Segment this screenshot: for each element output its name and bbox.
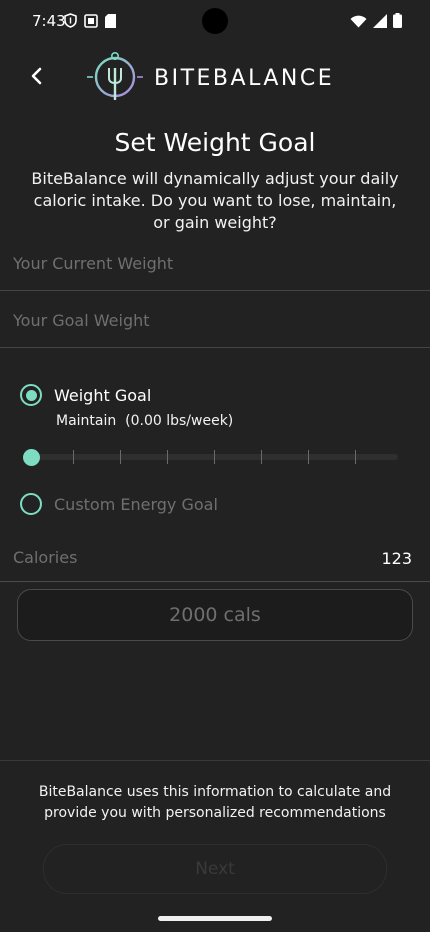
back-button[interactable] (22, 62, 50, 94)
calories-label: Calories (13, 548, 78, 567)
brand-logo: BITEBALANCE (84, 50, 334, 106)
next-button[interactable]: Next (43, 844, 387, 894)
camera-cutout (202, 8, 228, 34)
current-weight-placeholder: Your Current Weight (13, 254, 174, 273)
custom-energy-radio-option[interactable]: Custom Energy Goal (20, 493, 218, 515)
current-weight-field[interactable]: Your Current Weight (0, 241, 430, 291)
page-subtitle: BiteBalance will dynamically adjust your… (31, 169, 399, 232)
signal-icon (373, 13, 387, 32)
back-chevron-icon (29, 67, 43, 89)
page-title: Set Weight Goal (114, 128, 316, 157)
weight-goal-radio[interactable] (20, 384, 42, 406)
radio-selected-dot (25, 389, 37, 401)
goal-weight-placeholder: Your Goal Weight (13, 311, 150, 330)
slider-tick (167, 450, 168, 464)
slider-tick (261, 450, 262, 464)
status-left-icons (64, 13, 116, 32)
brand-name: BITEBALANCE (154, 65, 335, 91)
weight-goal-slider[interactable] (22, 446, 400, 470)
fork-logo-icon (84, 50, 146, 106)
slider-tick (120, 450, 121, 464)
calories-value: 123 (381, 549, 412, 568)
status-bar: 7:43 (0, 0, 430, 42)
goal-weight-field[interactable]: Your Goal Weight (0, 298, 430, 348)
slider-tick (73, 450, 74, 464)
calories-divider (0, 581, 430, 582)
energy-goal-input[interactable]: 2000 cals (17, 589, 413, 641)
weight-goal-label: Weight Goal (54, 385, 152, 405)
custom-energy-label: Custom Energy Goal (54, 494, 218, 514)
slider-tick (214, 450, 215, 464)
sd-card-icon (105, 13, 116, 32)
slider-thumb[interactable] (23, 449, 40, 466)
copy-icon (84, 13, 98, 32)
slider-tick (308, 450, 309, 464)
status-right-icons (350, 13, 402, 32)
wifi-icon (350, 13, 367, 32)
footer-divider (0, 760, 430, 761)
weight-goal-radio-option[interactable]: Weight Goal (20, 384, 151, 406)
custom-energy-radio[interactable] (20, 493, 42, 515)
status-time: 7:43 (32, 12, 66, 30)
home-indicator[interactable] (158, 916, 272, 921)
slider-track (26, 450, 398, 464)
slider-tick (355, 450, 356, 464)
battery-icon (393, 13, 402, 32)
shield-icon (64, 13, 77, 32)
footer-note: BiteBalance uses this information to cal… (38, 784, 392, 821)
weight-goal-description: Maintain (0.00 lbs/week) (56, 413, 234, 429)
